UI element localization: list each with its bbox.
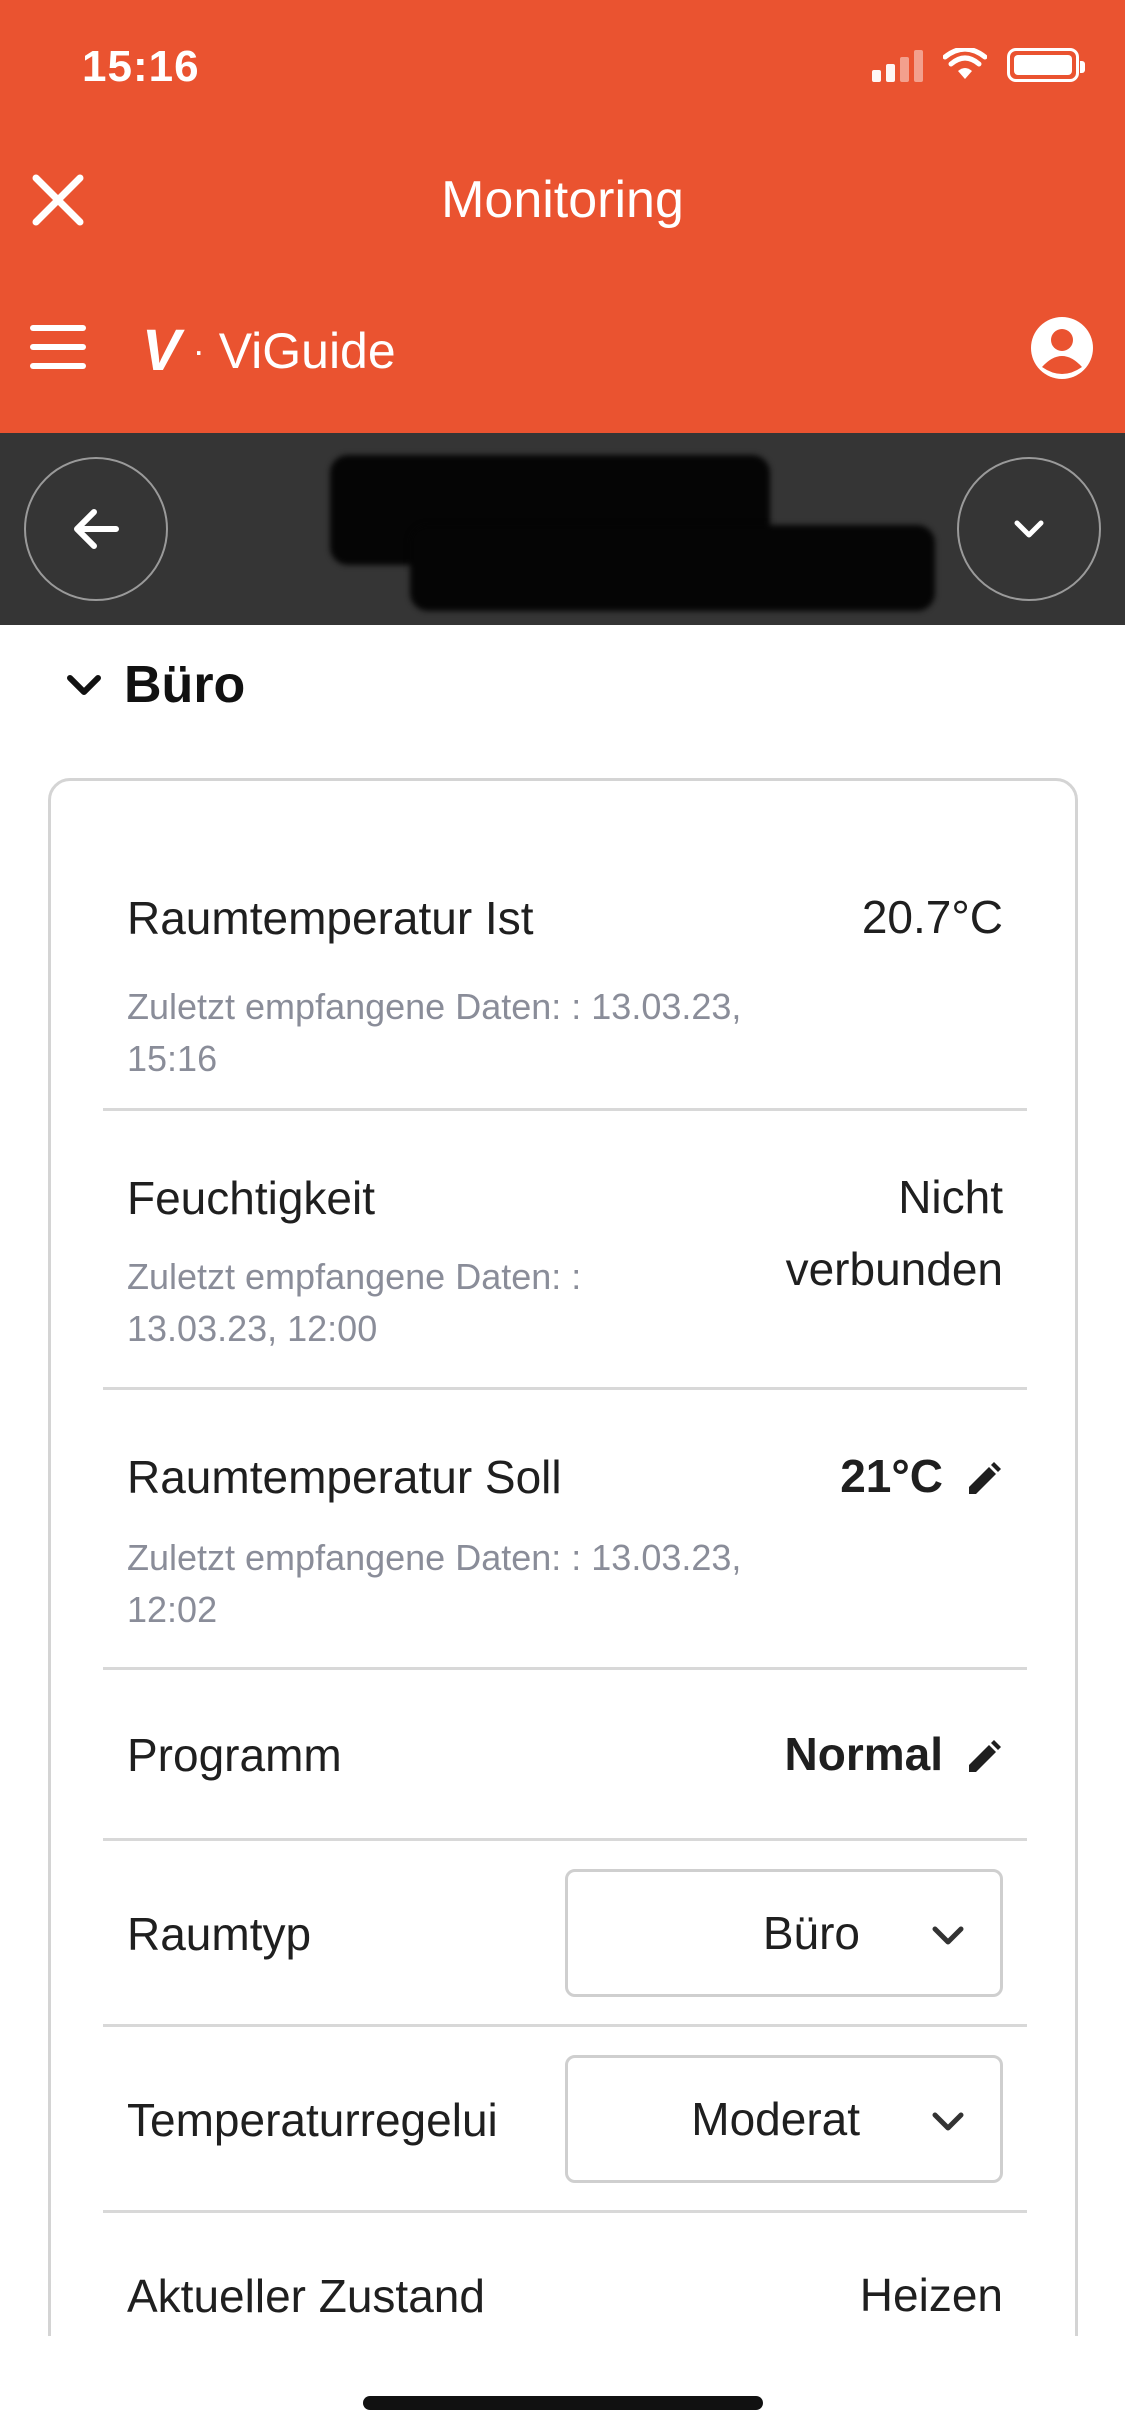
select-value: Moderat <box>691 2093 860 2145</box>
profile-icon[interactable] <box>1029 315 1095 381</box>
row-program: Programm Normal <box>103 1670 1027 1841</box>
screen: 15:16 Monitoring V · ViGuide Büro Raumte… <box>0 0 1125 2436</box>
back-button[interactable] <box>24 457 168 601</box>
pencil-icon <box>969 1739 1001 1772</box>
row-last-received: Zuletzt empfangene Daten: : 13.03.23, 15… <box>127 986 742 1079</box>
status-time: 15:16 <box>82 42 200 91</box>
redacted-device-detail <box>410 525 935 611</box>
program-edit[interactable]: Normal <box>785 1718 1003 1790</box>
bottom-safe-area <box>0 2336 1125 2436</box>
row-label: Temperaturregelui <box>127 2094 498 2146</box>
pencil-icon <box>969 1461 1001 1494</box>
row-label: Raumtemperatur Ist <box>127 892 534 944</box>
brand-logo: V · ViGuide <box>142 317 396 384</box>
row-temperature-control: Temperaturregelui Moderat <box>103 2027 1027 2213</box>
chevron-down-icon <box>67 675 101 695</box>
device-dropdown-button[interactable] <box>957 457 1101 601</box>
row-label: Raumtyp <box>127 1908 312 1960</box>
brand-logo-mark: V <box>142 318 181 383</box>
row-room-type: Raumtyp Büro <box>103 1841 1027 2027</box>
brand-name: ViGuide <box>218 322 396 379</box>
row-value: 20.7°C <box>861 891 1003 943</box>
target-temperature-edit[interactable]: 21°C <box>840 1440 1003 1512</box>
app-bar: V · ViGuide <box>0 265 1125 433</box>
status-icons <box>872 48 1085 82</box>
chevron-down-icon <box>1014 520 1044 538</box>
brand-separator: · <box>192 329 205 371</box>
row-label: Aktueller Zustand <box>127 2270 485 2322</box>
menu-icon[interactable] <box>30 325 86 369</box>
row-value: 21°C <box>840 1450 943 1502</box>
chevron-down-icon <box>932 1926 964 1945</box>
status-bar: 15:16 <box>0 0 1125 140</box>
section-toggle[interactable]: Büro <box>62 655 245 715</box>
back-arrow-icon <box>74 509 119 549</box>
row-last-received: Zuletzt empfangene Daten: : 13.03.23, 12… <box>127 1537 742 1630</box>
row-last-received: Zuletzt empfangene Daten: : 13.03.23, 12… <box>127 1256 582 1349</box>
title-bar: Monitoring <box>0 140 1125 265</box>
home-indicator[interactable] <box>363 2396 763 2410</box>
page-title: Monitoring <box>441 171 684 229</box>
wifi-icon <box>943 48 987 79</box>
room-card: Raumtemperatur Ist Zuletzt empfangene Da… <box>48 778 1078 2436</box>
row-temperature-target: Raumtemperatur Soll Zuletzt empfangene D… <box>103 1390 1027 1670</box>
battery-icon <box>1007 48 1085 82</box>
row-value: Heizen <box>859 2269 1003 2321</box>
row-value: Normal <box>784 1728 943 1780</box>
chevron-down-icon <box>932 2112 964 2131</box>
row-label: Raumtemperatur Soll <box>127 1451 562 1503</box>
row-value: Nicht verbunden <box>785 1171 1003 1295</box>
row-temperature-actual: Raumtemperatur Ist Zuletzt empfangene Da… <box>103 811 1027 1111</box>
row-label: Programm <box>127 1729 342 1781</box>
signal-icon <box>872 48 923 82</box>
row-label: Feuchtigkeit <box>127 1172 376 1224</box>
room-type-select[interactable]: Büro <box>565 1869 1003 1997</box>
row-humidity: Feuchtigkeit Zuletzt empfangene Daten: :… <box>103 1111 1027 1390</box>
device-bar <box>0 433 1125 625</box>
select-value: Büro <box>762 1907 860 1959</box>
temperature-control-select[interactable]: Moderat <box>565 2055 1003 2183</box>
section-title: Büro <box>124 656 246 714</box>
